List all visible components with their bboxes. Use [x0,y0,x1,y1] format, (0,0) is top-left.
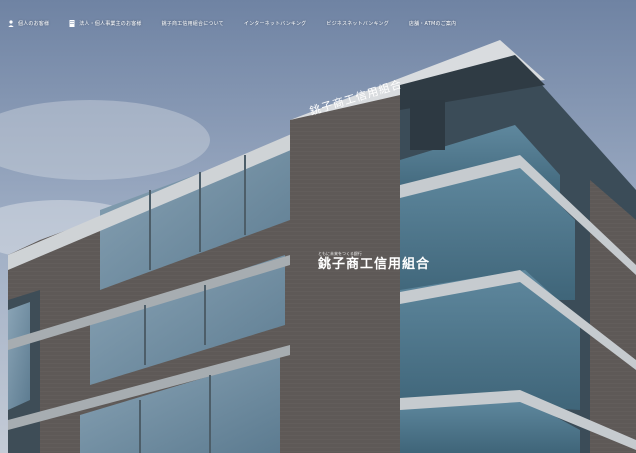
hero-logo: ともに未来をつくる銀行 銚子商工信用組合 [300,252,430,271]
logo-tagline: ともに未来をつくる銀行 [318,251,362,256]
nav-item-branches-atm[interactable]: 店舗・ATMのご案内 [409,20,456,27]
nav-label: インターネットバンキング [243,20,307,27]
top-navigation: 個人のお客様 法人・個人事業主のお客様 銚子商工信用組合について インターネット… [0,0,636,46]
nav-item-personal[interactable]: 個人のお客様 [8,19,50,27]
hero-section: 個人のお客様 法人・個人事業主のお客様 銚子商工信用組合について インターネット… [0,0,636,453]
logo-mark-icon [303,253,311,270]
building-icon [69,19,75,27]
building-photo [0,0,636,453]
nav-label: 銚子商工信用組合について [161,20,224,27]
nav-label: 個人のお客様 [18,20,50,27]
nav-item-internet-banking[interactable]: インターネットバンキング [244,20,307,27]
nav-label: 店舗・ATMのご案内 [408,20,457,27]
nav-item-about[interactable]: 銚子商工信用組合について [162,20,224,27]
person-icon [8,19,14,27]
nav-label: 法人・個人事業主のお客様 [79,20,142,27]
logo-name: 銚子商工信用組合 [318,257,431,272]
nav-item-business[interactable]: 法人・個人事業主のお客様 [69,19,142,27]
nav-label: ビジネスネットバンキング [326,20,389,27]
nav-item-business-net-banking[interactable]: ビジネスネットバンキング [326,20,389,27]
